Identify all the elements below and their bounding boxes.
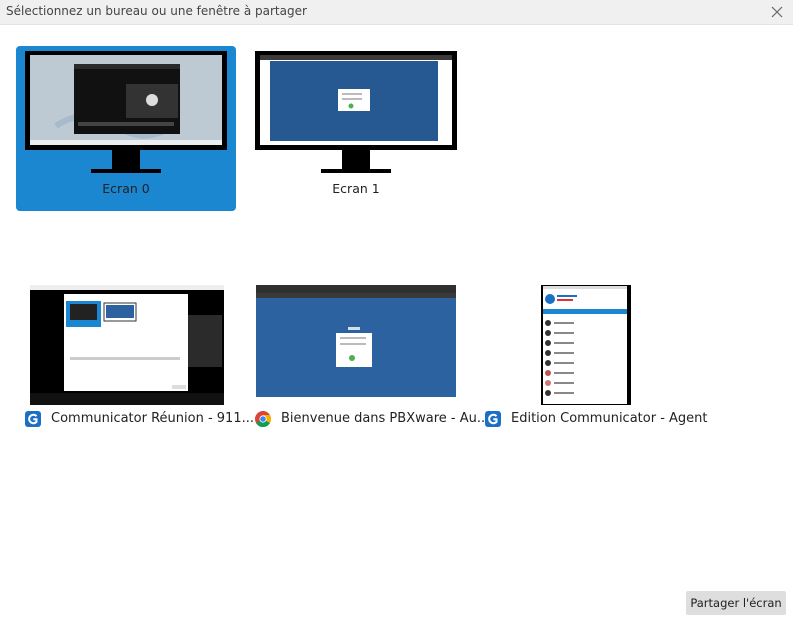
window-label-row: Edition Communicator - Agent xyxy=(480,410,708,428)
screen-label-0: Ecran 0 xyxy=(102,181,150,196)
window-thumbnail xyxy=(256,285,456,397)
monitor-thumbnail xyxy=(255,51,457,173)
window-option-1[interactable]: Bienvenue dans PBXware - Au... xyxy=(255,285,489,435)
screen-label-1: Ecran 1 xyxy=(332,181,380,196)
dialog-title: Sélectionnez un bureau ou une fenêtre à … xyxy=(6,4,307,18)
communicator-app-icon xyxy=(25,411,41,427)
window-option-0[interactable]: Communicator Réunion - 911... xyxy=(25,285,254,435)
screen-option-0[interactable]: Ecran 0 xyxy=(16,46,236,211)
window-label-row: Communicator Réunion - 911... xyxy=(20,410,254,428)
window-label-0: Communicator Réunion - 911... xyxy=(51,411,254,426)
window-thumbnail xyxy=(30,285,224,405)
window-thumbnail xyxy=(541,285,631,405)
chrome-browser-icon xyxy=(255,411,271,427)
communicator-app-icon xyxy=(485,411,501,427)
window-label-1: Bienvenue dans PBXware - Au... xyxy=(281,411,490,426)
close-icon xyxy=(771,6,783,18)
dialog-titlebar: Sélectionnez un bureau ou une fenêtre à … xyxy=(0,0,793,25)
monitor-thumbnail xyxy=(25,51,227,173)
window-label-2: Edition Communicator - Agent xyxy=(511,411,708,426)
share-screen-button[interactable]: Partager l'écran xyxy=(686,591,786,615)
screen-option-1[interactable]: Ecran 1 xyxy=(246,46,466,211)
window-label-row: Bienvenue dans PBXware - Au... xyxy=(250,410,489,428)
window-option-2[interactable]: Edition Communicator - Agent xyxy=(485,285,756,435)
close-button[interactable] xyxy=(767,2,787,22)
